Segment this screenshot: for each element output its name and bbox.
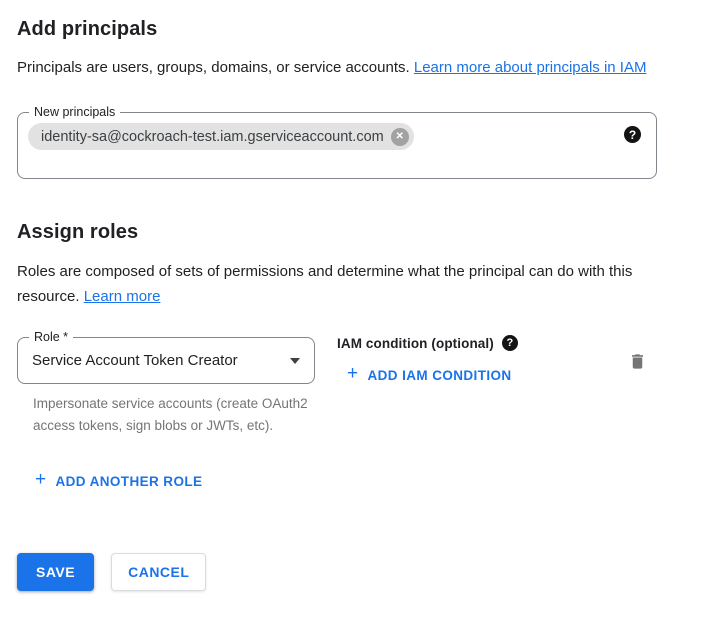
delete-role-button[interactable]: [624, 347, 651, 379]
cancel-button[interactable]: CANCEL: [111, 553, 206, 591]
role-selected-value: Service Account Token Creator: [32, 352, 282, 369]
iam-condition-label-row: IAM condition (optional) ?: [337, 335, 624, 351]
new-principals-field[interactable]: New principals identity-sa@cockroach-tes…: [17, 112, 657, 179]
principal-chip-text: identity-sa@cockroach-test.iam.gservicea…: [41, 129, 384, 145]
role-helper-text: Impersonate service accounts (create OAu…: [33, 393, 315, 437]
principals-intro-text: Principals are users, groups, domains, o…: [17, 59, 410, 76]
new-principals-label: New principals: [29, 104, 120, 120]
action-buttons: SAVE CANCEL: [17, 553, 696, 591]
roles-intro: Roles are composed of sets of permission…: [17, 259, 677, 309]
iam-condition-help-icon[interactable]: ?: [502, 335, 518, 351]
save-button[interactable]: SAVE: [17, 553, 94, 591]
plus-icon: +: [347, 366, 359, 382]
add-iam-condition-label: ADD IAM CONDITION: [368, 368, 512, 383]
principal-chip: identity-sa@cockroach-test.iam.gservicea…: [28, 123, 414, 150]
role-dropdown[interactable]: Role * Service Account Token Creator: [17, 337, 315, 384]
trash-icon: [628, 351, 647, 372]
learn-more-principals-link[interactable]: Learn more about principals in IAM: [414, 59, 647, 76]
new-principals-help-icon[interactable]: ?: [624, 126, 641, 143]
add-iam-condition-button[interactable]: + ADD IAM CONDITION: [339, 361, 520, 389]
dropdown-arrow-icon: [290, 358, 300, 364]
add-another-role-button[interactable]: + ADD ANOTHER ROLE: [27, 467, 210, 495]
role-column: Role * Service Account Token Creator Imp…: [17, 337, 315, 437]
plus-icon: +: [35, 472, 47, 488]
principals-intro: Principals are users, groups, domains, o…: [17, 55, 677, 80]
role-row: Role * Service Account Token Creator Imp…: [17, 337, 657, 437]
iam-condition-label: IAM condition (optional): [337, 336, 494, 351]
iam-condition-column: IAM condition (optional) ? + ADD IAM CON…: [337, 337, 624, 389]
add-another-role-label: ADD ANOTHER ROLE: [56, 474, 203, 489]
learn-more-roles-link[interactable]: Learn more: [84, 288, 161, 305]
page-title: Add principals: [17, 17, 696, 41]
assign-roles-title: Assign roles: [17, 220, 696, 244]
role-label: Role *: [29, 329, 73, 345]
add-principals-panel: Add principals Principals are users, gro…: [0, 0, 713, 591]
chip-remove-icon[interactable]: ✕: [391, 128, 409, 146]
